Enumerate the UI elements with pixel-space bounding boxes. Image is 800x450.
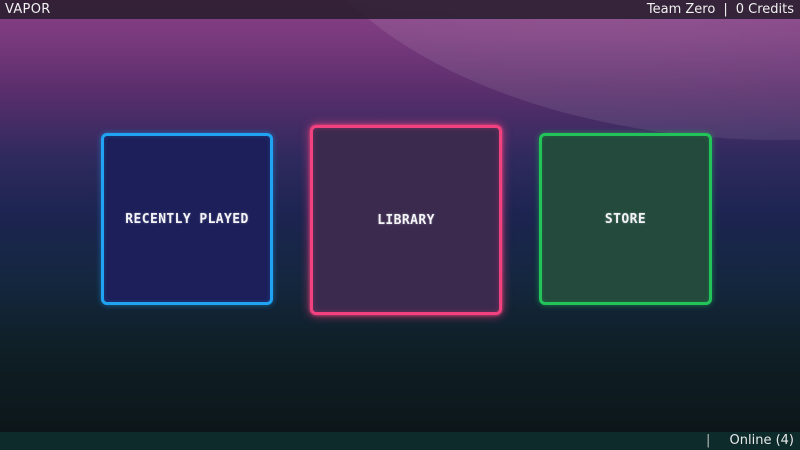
background-sheen bbox=[280, 0, 800, 140]
bottom-bar-separator: | bbox=[706, 433, 711, 448]
store-tile[interactable]: STORE bbox=[539, 133, 712, 305]
store-label: STORE bbox=[604, 211, 647, 227]
top-bar: VAPOR Team Zero | 0 Credits bbox=[0, 0, 800, 19]
online-friends-button[interactable]: Online (4) bbox=[730, 432, 794, 450]
recently-played-tile[interactable]: RECENTLY PLAYED bbox=[101, 133, 273, 305]
username-link[interactable]: Team Zero bbox=[647, 2, 715, 17]
library-tile[interactable]: LIBRARY bbox=[310, 125, 502, 315]
recently-played-label: RECENTLY PLAYED bbox=[125, 211, 249, 227]
credits-link[interactable]: 0 Credits bbox=[736, 2, 794, 17]
bottom-bar: | Online (4) bbox=[0, 432, 800, 450]
app-window: VAPOR Team Zero | 0 Credits RECENTLY PLAYE… bbox=[0, 0, 800, 450]
brand-title: VAPOR bbox=[5, 2, 51, 17]
account-info: Team Zero | 0 Credits bbox=[647, 0, 794, 19]
library-label: LIBRARY bbox=[377, 212, 435, 228]
account-separator: | bbox=[723, 2, 728, 17]
